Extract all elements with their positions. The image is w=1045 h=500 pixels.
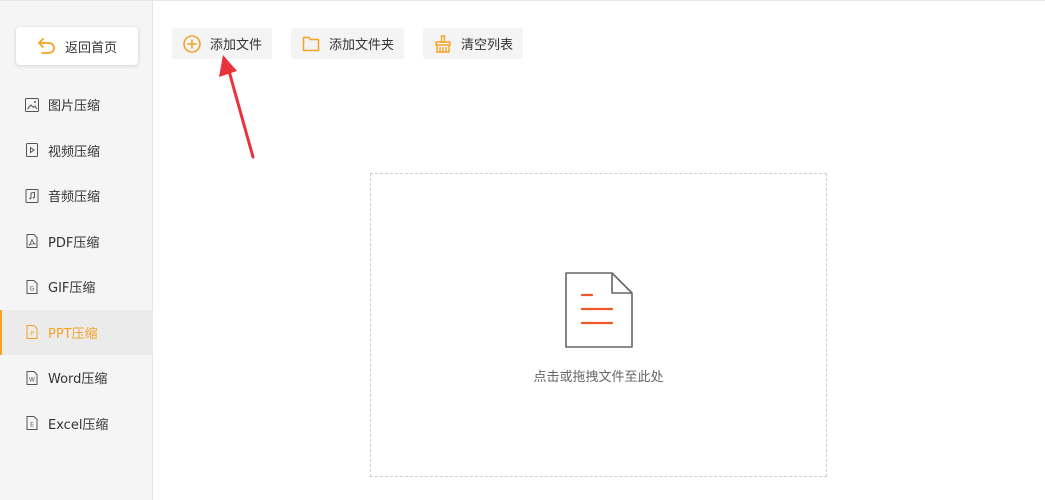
document-icon	[565, 272, 633, 348]
sidebar: 返回首页 图片压缩 视频压缩 音频压缩 PDF压缩 G GIF压缩 P PPT压…	[0, 1, 153, 500]
sidebar-item-excel[interactable]: E Excel压缩	[0, 401, 153, 447]
sidebar-item-label: GIF压缩	[48, 281, 96, 297]
gif-file-icon: G	[24, 279, 40, 295]
sidebar-item-audio[interactable]: 音频压缩	[0, 173, 153, 219]
folder-icon	[301, 34, 321, 54]
sidebar-item-video[interactable]: 视频压缩	[0, 128, 153, 174]
sidebar-item-label: 音频压缩	[48, 190, 101, 206]
annotation-arrow-icon	[219, 55, 255, 159]
word-file-icon: W	[24, 370, 40, 386]
svg-text:W: W	[29, 376, 35, 383]
drop-hint: 点击或拖拽文件至此处	[533, 370, 664, 385]
video-file-icon	[24, 142, 40, 158]
sidebar-item-ppt[interactable]: P PPT压缩	[0, 309, 153, 355]
plus-circle-icon	[182, 34, 202, 54]
app-window: 返回首页 图片压缩 视频压缩 音频压缩 PDF压缩 G GIF压缩 P PPT压…	[0, 0, 1045, 500]
sidebar-item-label: Word压缩	[48, 372, 108, 388]
sidebar-item-label: PPT压缩	[48, 326, 98, 342]
clear-list-button[interactable]: 清空列表	[423, 28, 524, 59]
back-home-label: 返回首页	[64, 40, 117, 56]
sidebar-item-gif[interactable]: G GIF压缩	[0, 264, 153, 310]
image-file-icon	[24, 97, 40, 113]
sidebar-item-pdf[interactable]: PDF压缩	[0, 219, 153, 265]
sidebar-item-label: 图片压缩	[48, 99, 101, 115]
sidebar-item-label: Excel压缩	[48, 417, 109, 433]
svg-text:P: P	[30, 331, 34, 338]
ppt-file-icon: P	[24, 324, 40, 340]
svg-text:E: E	[30, 422, 34, 429]
undo-arrow-icon	[37, 37, 57, 55]
sidebar-item-label: 视频压缩	[48, 144, 101, 160]
excel-file-icon: E	[24, 415, 40, 431]
pdf-file-icon	[24, 233, 40, 249]
audio-file-icon	[24, 188, 40, 204]
sidebar-item-label: PDF压缩	[48, 235, 100, 251]
back-home-button[interactable]: 返回首页	[16, 27, 138, 65]
clear-list-label: 清空列表	[461, 38, 514, 53]
file-drop-zone[interactable]: 点击或拖拽文件至此处	[370, 173, 827, 477]
svg-text:G: G	[30, 285, 35, 292]
sidebar-item-image[interactable]: 图片压缩	[0, 82, 153, 128]
add-folder-button[interactable]: 添加文件夹	[291, 28, 405, 59]
sidebar-item-word[interactable]: W Word压缩	[0, 355, 153, 401]
add-folder-label: 添加文件夹	[329, 38, 395, 53]
broom-icon	[433, 34, 453, 54]
sidebar-nav: 图片压缩 视频压缩 音频压缩 PDF压缩 G GIF压缩 P PPT压缩 W W…	[0, 82, 153, 446]
